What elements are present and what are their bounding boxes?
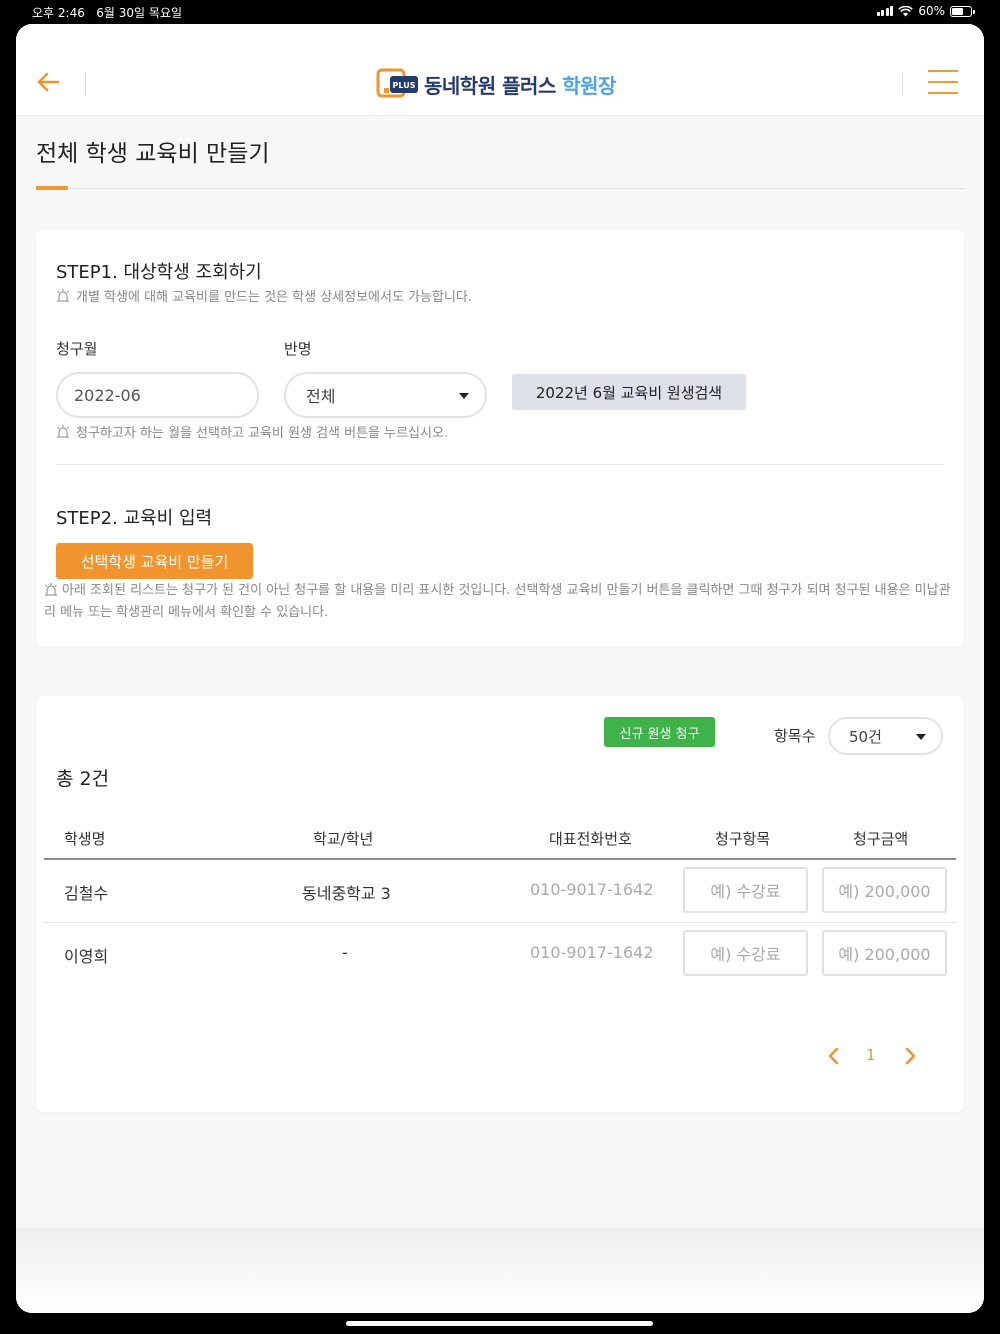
app-logo[interactable]: PLUS 동네학원 플러스 학원장 — [376, 68, 616, 100]
bill-amount-input[interactable]: 예) 200,000 — [822, 867, 947, 913]
table-row: 이영희 - 010-9017-1642 예) 수강료 예) 200,000 — [44, 923, 956, 986]
svg-text:PLUS: PLUS — [393, 81, 416, 90]
status-time: 오후 2:46 6월 30일 목요일 — [32, 6, 183, 20]
status-date: 6월 30일 목요일 — [96, 6, 183, 20]
title-accent-bar — [36, 186, 68, 190]
battery-percent: 60% — [918, 4, 945, 18]
student-name: 김철수 — [64, 884, 109, 903]
header-divider — [85, 72, 86, 96]
battery-icon — [950, 5, 975, 17]
item-count-label: 항목수 — [774, 727, 816, 745]
billing-month-input[interactable]: 2022-06 — [56, 372, 259, 418]
section-divider — [56, 464, 944, 465]
item-count-select[interactable]: 50건 — [828, 717, 943, 755]
dropdown-caret-icon — [459, 393, 469, 399]
page-number[interactable]: 1 — [866, 1046, 876, 1064]
student-phone: 010-9017-1642 — [530, 880, 654, 899]
app-window: PLUS 동네학원 플러스 학원장 전체 학생 교육비 만들기 STEP1. 대… — [16, 24, 984, 1313]
new-student-bill-button[interactable]: 신규 원생 청구 — [604, 717, 715, 747]
title-underline — [36, 188, 964, 189]
class-label: 반명 — [284, 340, 312, 358]
col-student-name: 학생명 — [64, 830, 106, 848]
total-count: 총 2건 — [56, 768, 110, 790]
hamburger-menu-icon[interactable] — [928, 70, 958, 96]
student-school: 동네중학교 3 — [302, 884, 391, 903]
signal-icon — [876, 6, 894, 16]
bill-item-input[interactable]: 예) 수강료 — [683, 867, 808, 913]
table-header: 학생명 학교/학년 대표전화번호 청구항목 청구금액 — [44, 820, 956, 860]
wifi-icon — [898, 5, 914, 16]
logo-accent: 학원장 — [562, 73, 616, 98]
dropdown-caret-icon — [916, 734, 926, 740]
next-page-icon[interactable] — [902, 1046, 918, 1066]
student-search-button[interactable]: 2022년 6월 교육비 원생검색 — [512, 374, 746, 410]
class-select[interactable]: 전체 — [284, 372, 487, 418]
alarm-icon — [45, 583, 57, 596]
student-phone: 010-9017-1642 — [530, 943, 654, 962]
student-table: 학생명 학교/학년 대표전화번호 청구항목 청구금액 김철수 동네중학교 3 0… — [44, 820, 956, 986]
step1-title: STEP1. 대상학생 조회하기 — [56, 262, 262, 283]
status-right: 60% — [876, 4, 975, 18]
home-indicator[interactable] — [346, 1321, 653, 1326]
step1-hint: 개별 학생에 대해 교육비를 만드는 것은 학생 상세정보에서도 가능합니다. — [56, 286, 472, 305]
col-bill-item: 청구항목 — [715, 830, 771, 848]
table-row: 김철수 동네중학교 3 010-9017-1642 예) 수강료 예) 200,… — [44, 860, 956, 923]
status-bar: 오후 2:46 6월 30일 목요일 60% — [0, 0, 1000, 24]
bill-item-input[interactable]: 예) 수강료 — [683, 930, 808, 976]
step-card: STEP1. 대상학생 조회하기 개별 학생에 대해 교육비를 만드는 것은 학… — [36, 230, 964, 646]
step1-search-hint: 청구하고자 하는 월을 선택하고 교육비 원생 검색 버튼을 누르십시오. — [56, 422, 448, 441]
billing-month-label: 청구월 — [56, 340, 98, 358]
bill-amount-input[interactable]: 예) 200,000 — [822, 930, 947, 976]
col-school-grade: 학교/학년 — [313, 830, 374, 848]
col-bill-amount: 청구금액 — [853, 830, 909, 848]
header-divider — [902, 72, 903, 96]
step2-title: STEP2. 교육비 입력 — [56, 508, 213, 529]
back-arrow-icon[interactable] — [34, 68, 62, 96]
alarm-icon — [57, 289, 69, 302]
student-school: - — [342, 943, 348, 962]
col-phone: 대표전화번호 — [549, 830, 632, 848]
create-fee-button[interactable]: 선택학생 교육비 만들기 — [56, 543, 253, 579]
footer-area — [16, 1228, 984, 1313]
logo-icon: PLUS — [376, 68, 418, 98]
alarm-icon — [57, 425, 69, 438]
prev-page-icon[interactable] — [826, 1046, 842, 1066]
step2-hint: 아래 조회된 리스트는 청구가 된 건이 아닌 청구를 할 내용을 미리 표시한… — [44, 583, 951, 620]
logo-text: 동네학원 플러스 학원장 — [424, 73, 616, 98]
student-name: 이영희 — [64, 947, 109, 966]
student-list-card: 신규 원생 청구 항목수 50건 총 2건 학생명 학교/학년 대표전화번호 청… — [36, 696, 964, 1112]
app-header: PLUS 동네학원 플러스 학원장 — [16, 24, 984, 116]
page-title: 전체 학생 교육비 만들기 — [36, 141, 270, 167]
